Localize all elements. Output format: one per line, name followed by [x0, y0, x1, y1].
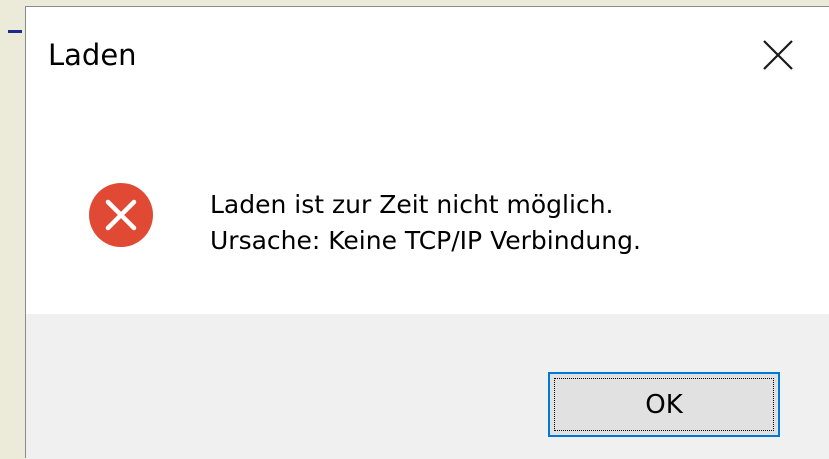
dialog-title: Laden — [48, 38, 137, 72]
close-icon — [763, 40, 793, 70]
dialog-content: Laden ist zur Zeit nicht möglich. Ursach… — [26, 103, 829, 314]
ok-button[interactable]: OK — [548, 372, 780, 437]
message-dialog: Laden Laden ist zur Zeit nicht möglich. … — [25, 6, 829, 459]
ok-button-label: OK — [645, 389, 683, 420]
message-line: Laden ist zur Zeit nicht möglich. — [210, 190, 614, 219]
dialog-button-area: OK — [26, 314, 829, 459]
dialog-message: Laden ist zur Zeit nicht möglich. Ursach… — [210, 187, 641, 259]
message-line: Ursache: Keine TCP/IP Verbindung. — [210, 226, 641, 255]
background-fragment — [8, 30, 22, 33]
title-bar[interactable]: Laden — [26, 7, 829, 103]
error-icon — [89, 183, 153, 247]
close-button[interactable] — [760, 37, 796, 73]
